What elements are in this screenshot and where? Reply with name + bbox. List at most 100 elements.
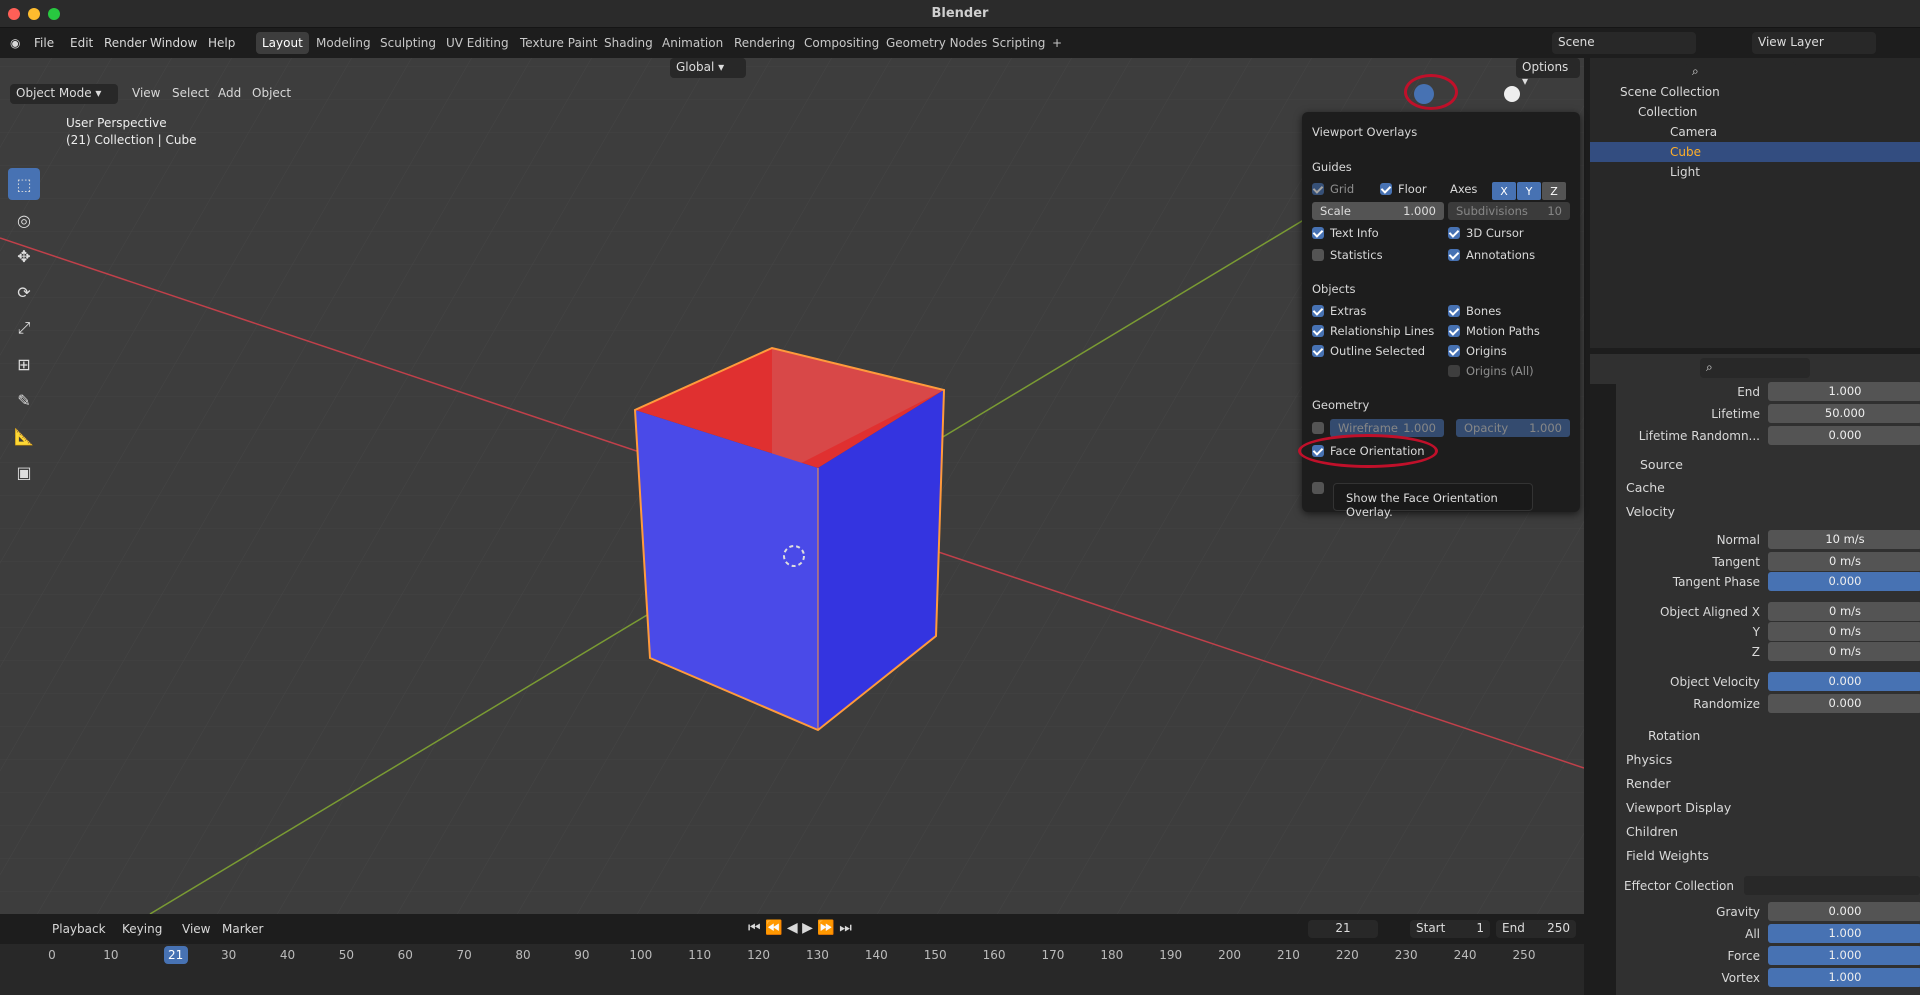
scene-selector[interactable]: Scene xyxy=(1552,32,1696,54)
physics-section[interactable]: Physics xyxy=(1626,752,1672,767)
shading-solid-icon[interactable] xyxy=(1504,86,1520,102)
cursor-tool-icon[interactable]: ◎ xyxy=(8,204,40,236)
render-section[interactable]: Render xyxy=(1626,776,1671,791)
all-field[interactable]: 1.000 xyxy=(1768,924,1920,943)
motion-paths-checkbox[interactable]: Motion Paths xyxy=(1448,324,1540,338)
outliner-collection[interactable]: Collection xyxy=(1590,102,1920,122)
tab-modeling[interactable]: Modeling xyxy=(310,32,377,54)
lifetime-random-field[interactable]: 0.000 xyxy=(1768,426,1920,445)
grid-checkbox[interactable]: Grid xyxy=(1312,182,1354,196)
menu-window[interactable]: Window xyxy=(150,36,197,50)
floor-checkbox[interactable]: Floor xyxy=(1380,182,1427,196)
aligned-y-field[interactable]: 0 m/s xyxy=(1768,622,1920,641)
tab-geometry-nodes[interactable]: Geometry Nodes xyxy=(880,32,993,54)
tangent-field[interactable]: 0 m/s xyxy=(1768,552,1920,571)
lifetime-field[interactable]: 50.000 xyxy=(1768,404,1920,423)
end-frame-field[interactable]: End 250 xyxy=(1496,920,1576,938)
outline-selected-checkbox[interactable]: Outline Selected xyxy=(1312,344,1425,358)
relationship-lines-checkbox[interactable]: Relationship Lines xyxy=(1312,324,1434,338)
object-velocity-field[interactable]: 0.000 xyxy=(1768,672,1920,691)
current-frame-field[interactable]: 21 xyxy=(1308,920,1378,938)
tab-layout[interactable]: Layout xyxy=(256,32,309,54)
rotation-section[interactable]: Rotation xyxy=(1648,728,1700,743)
text-info-checkbox[interactable]: Text Info xyxy=(1312,226,1379,240)
transform-orientation-dropdown[interactable]: Global ▾ xyxy=(670,58,746,78)
add-cube-tool-icon[interactable]: ▣ xyxy=(8,456,40,488)
extras-checkbox[interactable]: Extras xyxy=(1312,304,1366,318)
timeline-menu-keying[interactable]: Keying xyxy=(122,922,162,936)
children-section[interactable]: Children xyxy=(1626,824,1678,839)
outliner-search-input[interactable]: ⌕ xyxy=(1686,62,1796,82)
rotate-tool-icon[interactable]: ⟳ xyxy=(8,276,40,308)
tab-uv-editing[interactable]: UV Editing xyxy=(440,32,515,54)
field-weights-section[interactable]: Field Weights xyxy=(1626,848,1709,863)
timeline-menu-playback[interactable]: Playback xyxy=(52,922,106,936)
origins-checkbox[interactable]: Origins xyxy=(1448,344,1507,358)
3d-cursor-checkbox[interactable]: 3D Cursor xyxy=(1448,226,1524,240)
tangent-phase-field[interactable]: 0.000 xyxy=(1768,572,1920,591)
velocity-section[interactable]: Velocity xyxy=(1626,504,1675,519)
vortex-field[interactable]: 1.000 xyxy=(1768,968,1920,987)
blender-logo-icon[interactable]: ◉ xyxy=(10,36,20,50)
timeline-menu-view[interactable]: View xyxy=(182,922,210,936)
wireframe-checkbox[interactable] xyxy=(1312,422,1324,434)
effector-collection-field[interactable] xyxy=(1744,876,1920,895)
tab-rendering[interactable]: Rendering xyxy=(728,32,801,54)
gravity-field[interactable]: 0.000 xyxy=(1768,902,1920,921)
outliner-item-light[interactable]: Light xyxy=(1590,162,1920,182)
view-layer-selector[interactable]: View Layer xyxy=(1752,32,1876,54)
tab-shading[interactable]: Shading xyxy=(598,32,659,54)
timeline-ruler[interactable]: 21 0 10 30 40 50 60 70 80 90 100 110 120 130 140 150 16… xyxy=(0,944,1584,995)
axis-z-toggle[interactable]: Z xyxy=(1542,182,1566,200)
scale-tool-icon[interactable]: ⤢ xyxy=(8,312,40,344)
normal-field[interactable]: 10 m/s xyxy=(1768,530,1920,549)
force-field[interactable]: 1.000 xyxy=(1768,946,1920,965)
tab-sculpting[interactable]: Sculpting xyxy=(374,32,442,54)
viewport-menu-object[interactable]: Object xyxy=(252,86,291,100)
menu-help[interactable]: Help xyxy=(208,36,235,50)
add-workspace-icon[interactable]: + xyxy=(1046,32,1068,54)
source-subpanel[interactable]: Source xyxy=(1640,457,1683,472)
playback-controls[interactable]: ⏮ ⏪ ◀ ▶ ⏩ ⏭ xyxy=(748,920,852,936)
annotations-checkbox[interactable]: Annotations xyxy=(1448,248,1535,262)
tab-texture-paint[interactable]: Texture Paint xyxy=(514,32,603,54)
statistics-checkbox[interactable]: Statistics xyxy=(1312,248,1383,262)
properties-search-input[interactable]: ⌕ xyxy=(1700,358,1810,378)
randomize-field[interactable]: 0.000 xyxy=(1768,694,1920,713)
timeline-menu-marker[interactable]: Marker xyxy=(222,922,263,936)
current-frame-indicator[interactable]: 21 xyxy=(163,946,188,964)
opacity-slider[interactable]: Opacity 1.000 xyxy=(1456,419,1570,437)
measure-tool-icon[interactable]: 📐 xyxy=(8,420,40,452)
tab-compositing[interactable]: Compositing xyxy=(798,32,885,54)
outliner-scene-collection[interactable]: Scene Collection xyxy=(1590,82,1920,102)
origins-all-checkbox[interactable]: Origins (All) xyxy=(1448,364,1534,378)
outliner-item-camera[interactable]: Camera xyxy=(1590,122,1920,142)
tab-animation[interactable]: Animation xyxy=(656,32,729,54)
menu-edit[interactable]: Edit xyxy=(70,36,93,50)
cache-section[interactable]: Cache xyxy=(1626,480,1665,495)
hidden-wire-checkbox[interactable] xyxy=(1312,482,1324,494)
menu-render[interactable]: Render xyxy=(104,36,147,50)
tab-scripting[interactable]: Scripting xyxy=(986,32,1051,54)
viewport-menu-add[interactable]: Add xyxy=(218,86,241,100)
start-frame-field[interactable]: Start 1 xyxy=(1410,920,1490,938)
object-mode-dropdown[interactable]: Object Mode ▾ xyxy=(10,84,118,104)
move-tool-icon[interactable]: ✥ xyxy=(8,240,40,272)
outliner-item-cube[interactable]: Cube xyxy=(1590,142,1920,162)
viewport-menu-select[interactable]: Select xyxy=(172,86,209,100)
end-field[interactable]: 1.000 xyxy=(1768,382,1920,401)
axis-y-toggle[interactable]: Y xyxy=(1517,182,1541,200)
scale-slider[interactable]: Scale 1.000 xyxy=(1312,202,1444,220)
subdivisions-slider[interactable]: Subdivisions 10 xyxy=(1448,202,1570,220)
menu-file[interactable]: File xyxy=(34,36,54,50)
select-box-tool-icon[interactable]: ⬚ xyxy=(8,168,40,200)
options-dropdown[interactable]: Options ▾ xyxy=(1516,58,1580,88)
aligned-z-field[interactable]: 0 m/s xyxy=(1768,642,1920,661)
viewport-menu-view[interactable]: View xyxy=(132,86,160,100)
annotate-tool-icon[interactable]: ✎ xyxy=(8,384,40,416)
aligned-x-field[interactable]: 0 m/s xyxy=(1768,602,1920,621)
bones-checkbox[interactable]: Bones xyxy=(1448,304,1501,318)
transform-tool-icon[interactable]: ⊞ xyxy=(8,348,40,380)
viewport-display-section[interactable]: Viewport Display xyxy=(1626,800,1731,815)
axis-x-toggle[interactable]: X xyxy=(1492,182,1516,200)
